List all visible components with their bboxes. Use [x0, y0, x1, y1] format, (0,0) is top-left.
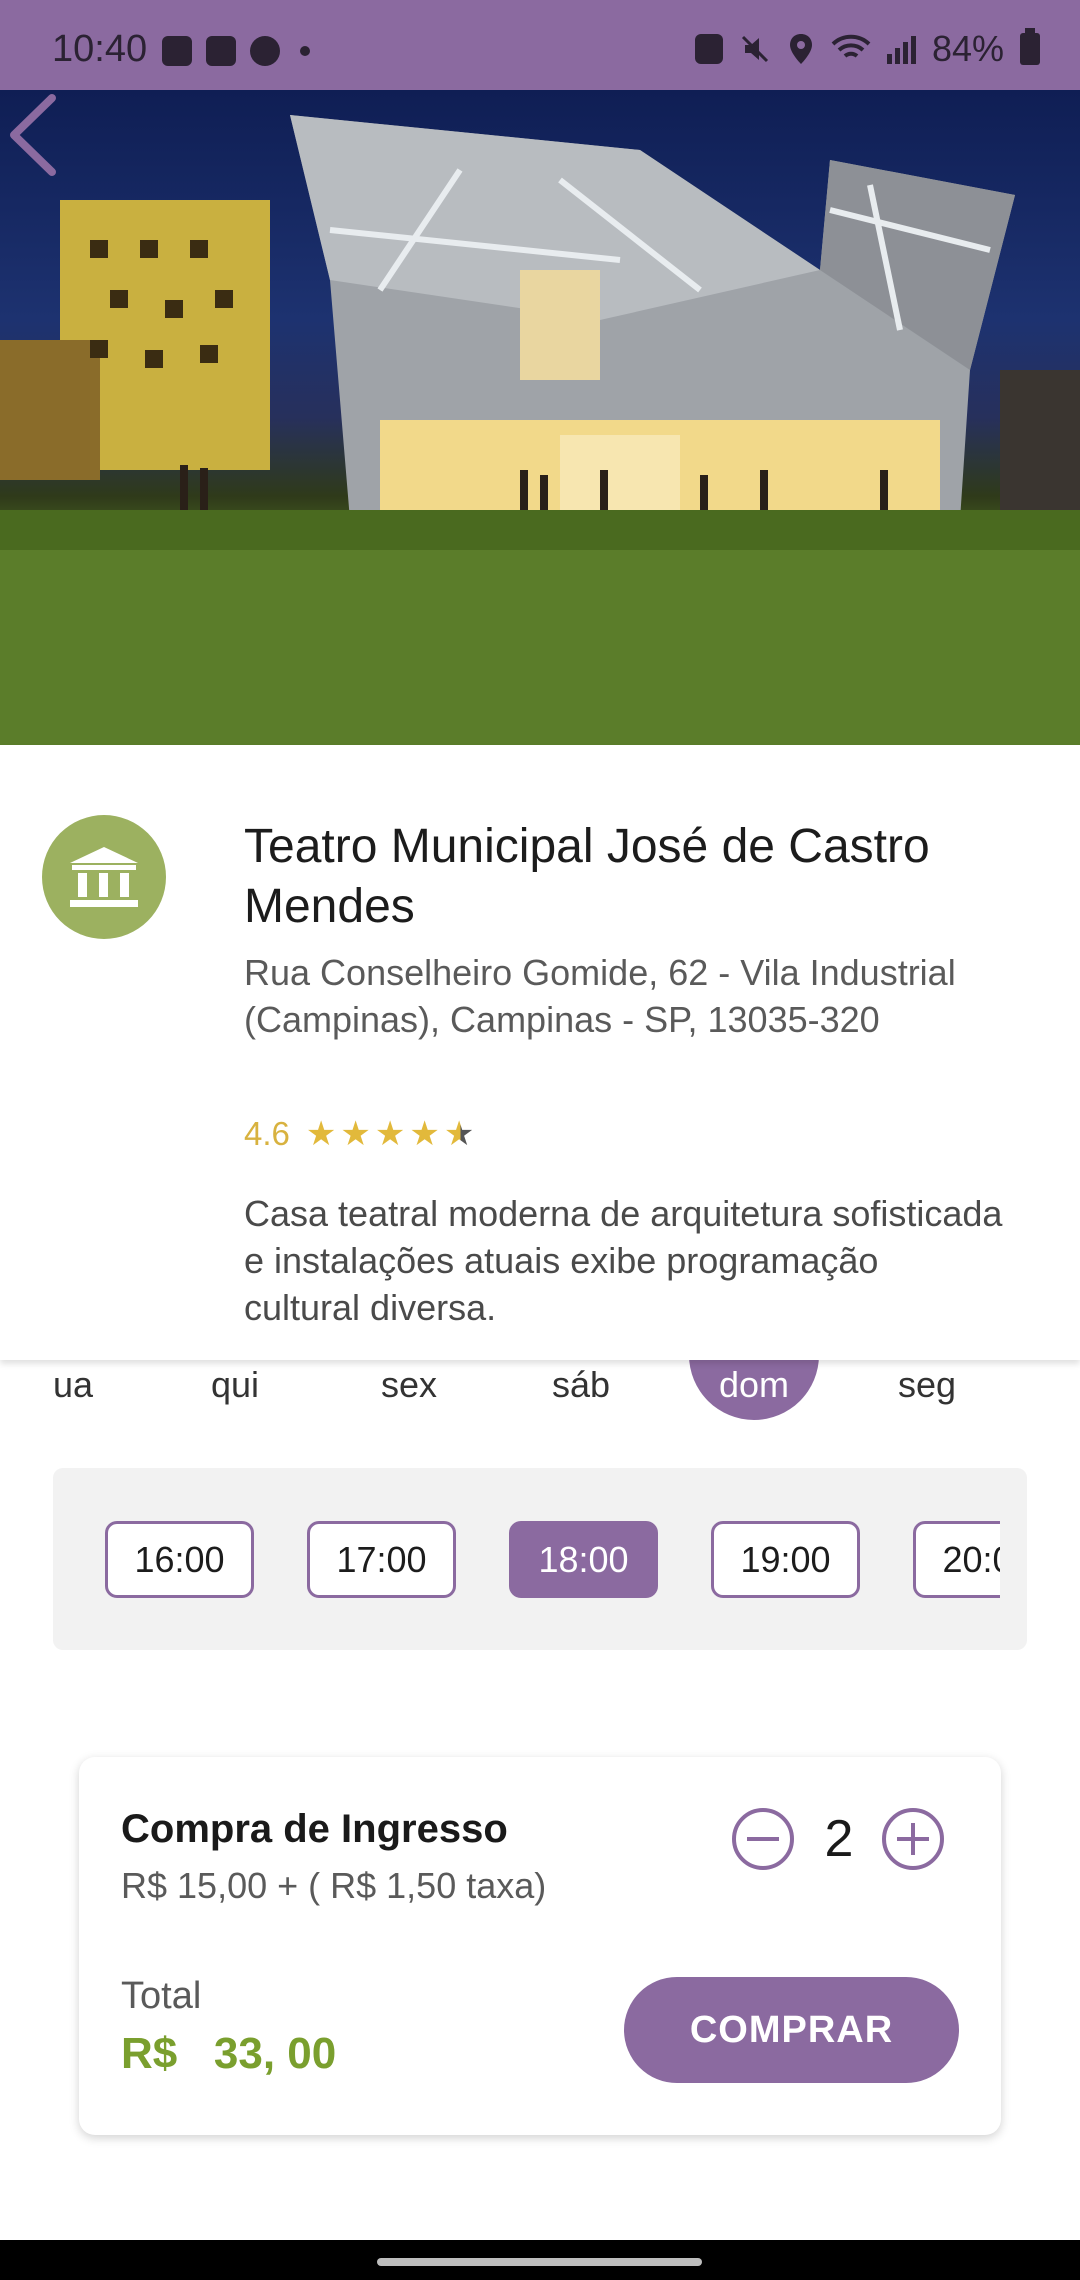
location-icon [789, 34, 812, 64]
time-slot[interactable]: 17:00 [307, 1521, 456, 1598]
battery-icon [1020, 28, 1040, 65]
half-star-icon: ★ [443, 1115, 475, 1153]
home-gesture-handle[interactable] [377, 2258, 702, 2266]
star-icon: ★ [409, 1115, 440, 1153]
alarm-icon [206, 36, 236, 66]
increase-quantity-button[interactable] [881, 1807, 945, 1871]
venue-info-card: Teatro Municipal José de Castro Mendes R… [0, 745, 1080, 1360]
ticket-price: R$ 15,00 + ( R$ 1,50 taxa) [121, 1865, 547, 1906]
navigation-bar [0, 2240, 1080, 2280]
ticket-purchase-card: Compra de Ingresso R$ 15,00 + ( R$ 1,50 … [79, 1757, 1001, 2135]
star-icon: ★ [374, 1115, 406, 1153]
time-slot-selected[interactable]: 18:00 [509, 1521, 658, 1598]
purchase-title: Compra de Ingresso [121, 1807, 508, 1851]
buy-button[interactable]: COMPRAR [624, 1977, 959, 2083]
mute-icon [741, 35, 768, 63]
battery-saver-icon [694, 34, 723, 64]
status-bar: 10:40 84% [0, 0, 1080, 90]
rating-value: 4.6 [244, 1115, 290, 1152]
status-left-icons [162, 36, 310, 66]
battery-percentage: 84% [931, 28, 1004, 69]
time-slot[interactable]: 19:00 [711, 1521, 860, 1598]
account-icon [250, 36, 280, 66]
signal-icon [886, 34, 916, 64]
venue-title: Teatro Municipal José de Castro Mendes [244, 820, 930, 933]
total-amount: R$ 33, 00 [121, 2029, 337, 2078]
venue-address: Rua Conselheiro Gomide, 62 - Vila Indust… [244, 952, 956, 1040]
status-right-icons: 84% [694, 28, 1040, 70]
back-button[interactable] [0, 90, 70, 180]
time-slot[interactable]: 20:00 [913, 1521, 1000, 1598]
rating-row: 4.6 ★ ★ ★ ★ ★ [244, 1115, 474, 1153]
time-slot-panel: 16:00 17:00 18:00 19:00 20:00 [53, 1468, 1027, 1650]
total-label: Total [121, 1975, 202, 2017]
decrease-quantity-button[interactable] [731, 1807, 795, 1871]
image-icon [162, 36, 192, 66]
dot-icon [300, 46, 310, 56]
time-slot[interactable]: 16:00 [105, 1521, 254, 1598]
wifi-icon [831, 34, 871, 58]
theater-building-illustration [0, 115, 1080, 745]
star-icon: ★ [305, 1115, 337, 1153]
time-slot-scroll[interactable]: 16:00 17:00 18:00 19:00 20:00 [53, 1468, 1000, 1650]
star-icon: ★ [340, 1115, 371, 1153]
venue-photo [0, 90, 1080, 745]
venue-description: Casa teatral moderna de arquitetura sofi… [244, 1193, 1003, 1328]
status-time: 10:40 [52, 28, 148, 70]
rating-stars: ★ ★ ★ ★ ★ [306, 1117, 474, 1151]
museum-icon [42, 815, 166, 939]
quantity-value: 2 [824, 1810, 854, 1868]
